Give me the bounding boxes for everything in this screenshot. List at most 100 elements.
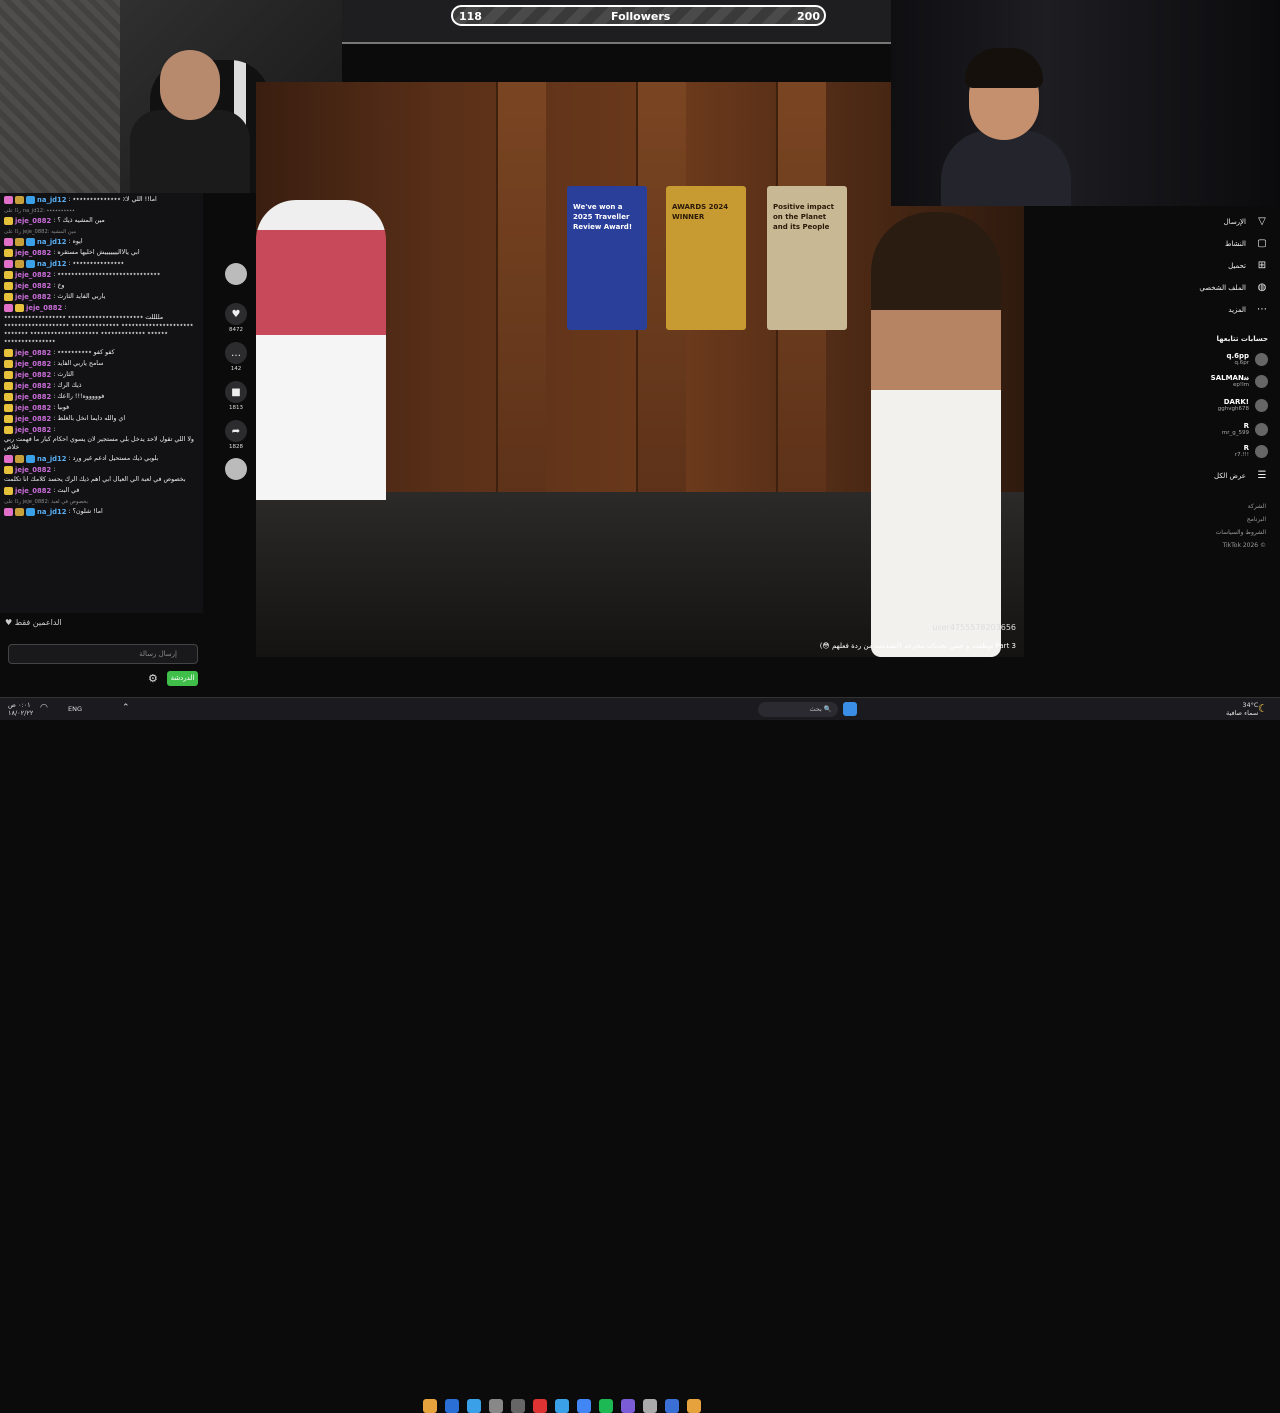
nav-label: المزيد [1228,305,1246,314]
chat-username[interactable]: jeje_0882 [15,466,51,474]
user-badge-icon [15,455,24,463]
creator-avatar[interactable] [225,263,247,287]
taskbar-app-icon[interactable] [467,1399,481,1413]
chat-username[interactable]: jeje_0882 [15,393,51,401]
chat-username[interactable]: na_jd12 [37,455,66,463]
taskbar-app-icon[interactable] [665,1399,679,1413]
chat-username[interactable]: jeje_0882 [15,426,51,434]
taskbar-app-icon[interactable] [643,1399,657,1413]
nav-item[interactable]: النشاط ▢ [1225,238,1268,249]
chat-colon: : [53,282,56,289]
taskbar-app-icon[interactable] [621,1399,635,1413]
account-name: DARK! [1223,398,1249,406]
user-badge-icon [4,371,13,379]
chat-text: في البث [57,487,80,494]
chat-text: ولا اللي تقول لاحد يدخل بلي مستجير لان ي… [4,436,194,451]
nav-icon: ⊞ [1257,260,1267,271]
chat-username[interactable]: jeje_0882 [15,404,51,412]
action-count: 1828 [229,444,243,450]
chat-username[interactable]: jeje_0882 [15,371,51,379]
chat-input-placeholder: إرسال رسالة [139,650,177,658]
streamer-body [130,110,250,193]
chat-message: ردًا على jeje_0882: بخصوص في لعبة na_jd12… [4,498,199,516]
action-share[interactable]: ➦ 1828 [225,420,247,450]
chat-username[interactable]: jeje_0882 [15,415,51,423]
avatar [1255,444,1268,458]
chat-colon: : [53,293,56,300]
action-save[interactable]: ■ 1813 [225,381,247,411]
chat-username[interactable]: jeje_0882 [15,349,51,357]
taskbar-app-icon[interactable] [599,1399,613,1413]
chat-send-button[interactable]: الدردشة [167,671,198,686]
footer-link[interactable]: الشركة [1248,503,1266,510]
chat-username[interactable]: jeje_0882 [15,360,51,368]
windows-start-icon[interactable] [843,702,857,716]
action-comment[interactable]: … 142 [225,342,247,372]
chat-colon: : [64,304,67,311]
clock[interactable]: ٠:٠١ ص ١٨/٠٢/٢٢ [8,701,33,717]
nav-item[interactable]: الملف الشخصي ◍ [1199,282,1268,293]
user-badge-icon [4,487,13,495]
chat-username[interactable]: jeje_0882 [15,293,51,301]
language-indicator[interactable]: ENG [68,705,82,713]
supporters-label: الداعمين فقط [14,618,62,627]
taskbar-search[interactable]: بحث 🔍 [758,702,838,717]
streamer-head [160,50,220,120]
footer-link[interactable]: الشروط والسياسات [1216,529,1266,536]
chat-username[interactable]: jeje_0882 [15,217,51,225]
following-account[interactable]: Rr7.!!! [1235,444,1268,458]
following-account[interactable]: Rmr_g_599 [1222,422,1268,436]
chat-text: اما!! اللي لا٪ ٭٭٭٭٭٭٭٭٭٭٭٭٭٭ [72,196,157,203]
taskbar-app-icon[interactable] [687,1399,701,1413]
chat-username[interactable]: na_jd12 [37,196,66,204]
chat-username[interactable]: jeje_0882 [26,304,62,312]
user-badge-icon [4,238,13,246]
clock-date: ١٨/٠٢/٢٢ [8,709,34,717]
taskbar-app-icon[interactable] [423,1399,437,1413]
user-badge-icon [4,360,13,368]
chat-message: jeje_0882: وخ [4,282,199,290]
user-badge-icon [26,238,35,246]
nav-item[interactable]: الإرسال ▽ [1224,216,1268,227]
chat-text: سامح ياربي الفايد [57,360,104,367]
chat-message: jeje_0882: الثارث [4,371,199,379]
chat-username[interactable]: jeje_0882 [15,282,51,290]
chat-text: مللللت ٭٭٭٭٭٭٭٭٭٭٭٭٭٭٭٭٭٭٭٭٭٭ ٭٭٭٭٭٭٭٭٭٭… [4,314,194,345]
chat-username[interactable]: na_jd12 [37,508,66,516]
chat-message: jeje_0882: في البث [4,487,199,495]
following-account[interactable]: q.6pp q.6pr [1226,352,1268,366]
follower-current: 118 [459,10,482,23]
chat-username[interactable]: na_jd12 [37,238,66,246]
chat-username[interactable]: jeje_0882 [15,271,51,279]
chat-username[interactable]: jeje_0882 [15,487,51,495]
wifi-icon[interactable]: ◠ [40,703,48,713]
taskbar-app-icon[interactable] [533,1399,547,1413]
user-badge-icon [4,426,13,434]
follower-label: Followers [611,10,671,23]
following-account[interactable]: DARK! gghvgh678 [1218,398,1268,412]
taskbar-app-icon[interactable] [511,1399,525,1413]
taskbar-app-icon[interactable] [445,1399,459,1413]
chat-colon: : [68,455,71,462]
caption-username[interactable]: user4755578203656 [932,623,1016,632]
following-account[interactable]: SALMAN𝓈𝓈 ep!lm [1211,374,1268,388]
footer-link[interactable]: TikTok 2026 © [1223,542,1267,549]
nav-item[interactable]: المزيد ⋯ [1228,304,1268,315]
gear-icon[interactable]: ⚙ [148,672,158,685]
user-badge-icon [4,415,13,423]
chat-username[interactable]: na_jd12 [37,260,66,268]
see-all-link[interactable]: عرض الكل ☰ [1214,470,1268,481]
chat-username[interactable]: jeje_0882 [15,382,51,390]
music-disc-icon[interactable] [225,458,247,482]
taskbar-app-icon[interactable] [577,1399,591,1413]
weather[interactable]: 34°C سماء صافية [1226,701,1258,717]
action-like[interactable]: ♥ 8472 [225,303,247,333]
chat-message: na_jd12: اما!! اللي لا٪ ٭٭٭٭٭٭٭٭٭٭٭٭٭٭ [4,196,199,204]
taskbar-app-icon[interactable] [489,1399,503,1413]
chat-username[interactable]: jeje_0882 [15,249,51,257]
footer-link[interactable]: البرنامج [1247,516,1266,523]
chat-input[interactable]: إرسال رسالة [8,644,198,664]
chevron-up-icon[interactable]: ⌃ [122,703,130,713]
nav-item[interactable]: تحميل ⊞ [1228,260,1268,271]
taskbar-app-icon[interactable] [555,1399,569,1413]
